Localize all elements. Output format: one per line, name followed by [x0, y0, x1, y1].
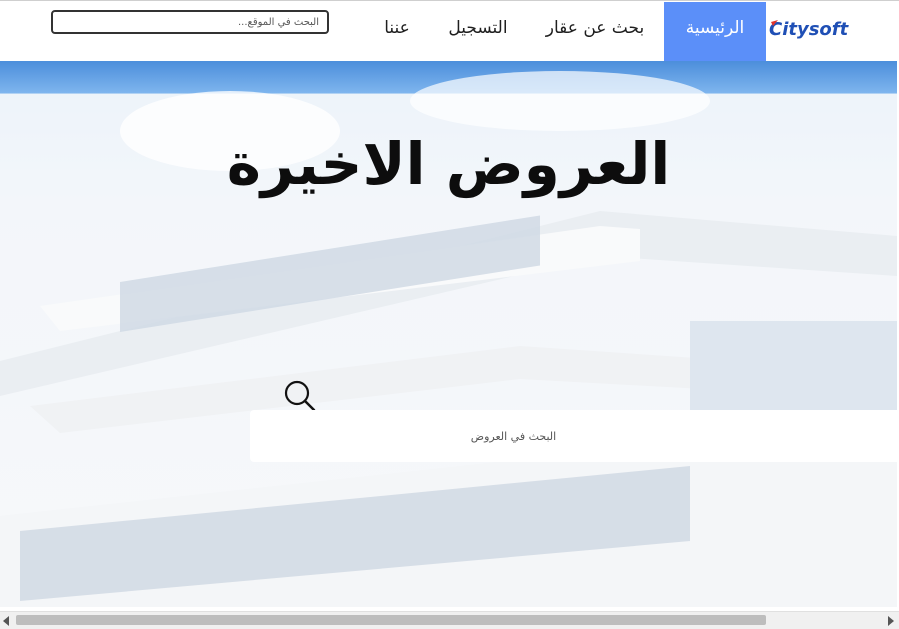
citysoft-logo[interactable]: Citysoft [769, 16, 887, 42]
page-title: العروض الاخيرة [226, 130, 671, 198]
horizontal-scrollbar[interactable] [0, 611, 899, 629]
scroll-left-arrow-icon[interactable] [3, 616, 9, 626]
nav-item-register[interactable]: التسجيل [444, 2, 512, 61]
offers-search-input[interactable] [250, 410, 897, 462]
hero-banner: العروض الاخيرة [0, 61, 897, 607]
nav-item-about[interactable]: عننا [382, 2, 412, 61]
browser-viewport: Citysoft الرئيسية بحث عن عقار التسجيل عن… [0, 0, 899, 629]
scroll-right-arrow-icon[interactable] [888, 616, 894, 626]
logo-wordmark: Citysoft [769, 19, 850, 40]
nav-item-property-search[interactable]: بحث عن عقار [543, 2, 647, 61]
scrollbar-thumb[interactable] [16, 615, 766, 625]
site-search-input[interactable] [51, 10, 329, 34]
nav-item-home[interactable]: الرئيسية [664, 2, 766, 61]
top-navbar: Citysoft الرئيسية بحث عن عقار التسجيل عن… [0, 2, 897, 61]
